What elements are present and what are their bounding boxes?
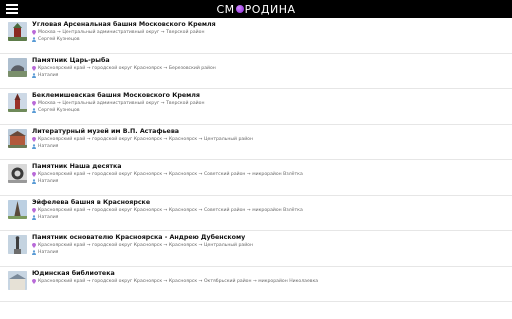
- place-title: Юдинская библиотека: [32, 269, 115, 277]
- place-title: Литературный музей им В.П. Астафьева: [32, 127, 180, 135]
- author-line: Сергей Кузнецов: [32, 36, 216, 43]
- location-pin-icon: [32, 172, 36, 177]
- person-icon: [32, 72, 36, 78]
- place-title: Памятник Наша десятка: [32, 163, 122, 170]
- place-location: Москва → Центральный административный ок…: [38, 101, 205, 106]
- location-line: Красноярский край → городской округ Крас…: [32, 207, 303, 214]
- person-icon: [32, 214, 36, 220]
- location-pin-icon: [32, 278, 36, 284]
- place-author: Сергей Кузнецов: [38, 37, 80, 42]
- location-line: Красноярский край → городской округ Крас…: [32, 65, 216, 72]
- place-thumbnail: [8, 22, 27, 41]
- author-line: Наталия: [32, 143, 253, 150]
- places-list: Угловая Арсенальная башня Московского Кр…: [0, 18, 512, 302]
- place-location: Красноярский край → городской округ Крас…: [38, 172, 303, 177]
- place-author: Наталия: [38, 250, 59, 255]
- location-line: Москва → Центральный административный ок…: [32, 29, 216, 36]
- author-line: Наталия: [32, 178, 303, 185]
- place-title: Памятник основателю Красноярска - Андрею…: [32, 234, 246, 241]
- place-location: Москва → Центральный административный ок…: [38, 30, 205, 35]
- location-pin-icon: [32, 207, 36, 213]
- place-location: Красноярский край → городской округ Крас…: [38, 278, 319, 284]
- author-line: Наталия: [32, 72, 216, 79]
- location-line: Красноярский край → городской округ Крас…: [32, 278, 318, 285]
- location-pin-icon: [32, 30, 36, 35]
- place-location: Красноярский край → городской округ Крас…: [38, 243, 253, 248]
- place-thumbnail: [8, 270, 27, 290]
- place-title: Эйфелева башня в Красноярске: [32, 198, 151, 206]
- place-thumbnail: [8, 199, 27, 219]
- list-item[interactable]: Эйфелева башня в Красноярске Красноярски…: [0, 196, 512, 231]
- author-line: Наталия: [32, 249, 253, 256]
- brand-right-text: РОДИНА: [244, 2, 296, 16]
- place-location: Красноярский край → городской округ Крас…: [38, 65, 216, 71]
- list-item[interactable]: Памятник Наша десятка Красноярский край …: [0, 160, 512, 196]
- person-icon: [32, 250, 36, 255]
- hamburger-menu-icon[interactable]: [6, 4, 18, 14]
- place-title: Памятник Царь-рыба: [32, 56, 110, 64]
- place-location: Красноярский край → городской округ Крас…: [38, 207, 303, 213]
- place-title: Угловая Арсенальная башня Московского Кр…: [32, 21, 216, 28]
- list-item[interactable]: Литературный музей им В.П. Астафьева Кра…: [0, 125, 512, 160]
- location-line: Красноярский край → городской округ Крас…: [32, 171, 303, 178]
- person-icon: [32, 179, 36, 184]
- place-thumbnail: [8, 128, 27, 148]
- list-item[interactable]: Памятник Царь-рыба Красноярский край → г…: [0, 54, 512, 89]
- person-icon: [32, 108, 36, 113]
- place-author: Наталия: [38, 72, 59, 78]
- location-pin-icon: [32, 136, 36, 142]
- top-bar: СМ РОДИНА: [0, 0, 512, 18]
- location-line: Москва → Центральный административный ок…: [32, 100, 204, 107]
- place-author: Сергей Кузнецов: [38, 108, 80, 113]
- author-line: Наталия: [32, 214, 303, 221]
- location-pin-icon: [32, 65, 36, 71]
- list-item[interactable]: Юдинская библиотека Красноярский край → …: [0, 267, 512, 302]
- person-icon: [32, 143, 36, 149]
- brand-dot-icon: [235, 5, 244, 13]
- place-author: Наталия: [38, 143, 59, 149]
- brand-left-text: СМ: [216, 2, 235, 16]
- place-author: Наталия: [38, 179, 59, 184]
- list-item[interactable]: Угловая Арсенальная башня Московского Кр…: [0, 18, 512, 54]
- place-author: Наталия: [38, 214, 59, 220]
- location-pin-icon: [32, 243, 36, 248]
- place-thumbnail: [8, 164, 27, 183]
- place-location: Красноярский край → городской округ Крас…: [38, 136, 253, 142]
- place-title: Беклемишевская башня Московского Кремля: [32, 92, 200, 99]
- app-logo: СМ РОДИНА: [216, 3, 295, 16]
- list-item[interactable]: Беклемишевская башня Московского Кремля …: [0, 89, 512, 125]
- person-icon: [32, 37, 36, 42]
- place-thumbnail: [8, 93, 27, 112]
- location-line: Красноярский край → городской округ Крас…: [32, 242, 253, 249]
- place-thumbnail: [8, 57, 27, 77]
- author-line: Сергей Кузнецов: [32, 107, 204, 114]
- list-item[interactable]: Памятник основателю Красноярска - Андрею…: [0, 231, 512, 267]
- location-line: Красноярский край → городской округ Крас…: [32, 136, 253, 143]
- place-thumbnail: [8, 235, 27, 254]
- location-pin-icon: [32, 101, 36, 106]
